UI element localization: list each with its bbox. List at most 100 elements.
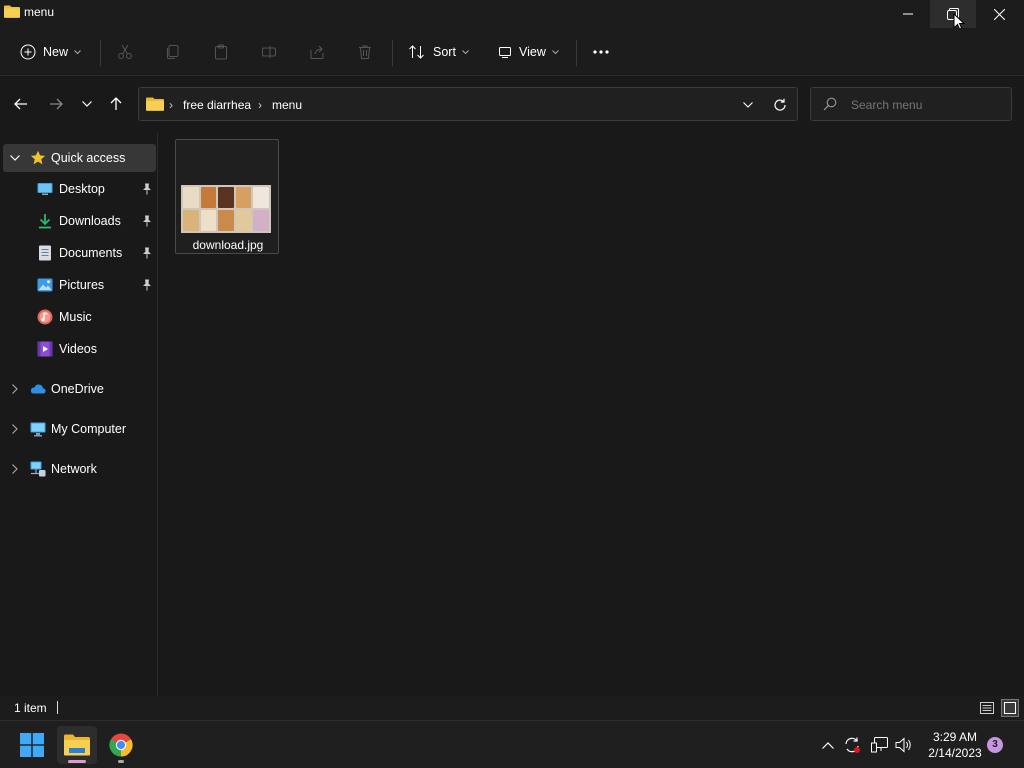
view-button[interactable]: View — [498, 38, 559, 66]
sidebar-item-music[interactable]: Music — [0, 303, 156, 331]
breadcrumb-separator: › — [169, 98, 173, 112]
new-label: New — [43, 45, 69, 59]
sidebar-item-documents[interactable]: Documents — [0, 239, 156, 267]
details-view-icon — [980, 702, 994, 714]
chevron-right-icon[interactable] — [10, 424, 20, 434]
view-label: View — [519, 45, 546, 59]
folder-icon — [146, 97, 164, 111]
image-thumbnail — [181, 185, 271, 233]
view-icon — [499, 47, 511, 58]
desktop-icon — [37, 181, 53, 197]
chevron-down-icon — [552, 49, 559, 54]
window-title: menu — [24, 5, 55, 19]
more-icon — [593, 50, 609, 54]
clock-time: 3:29 AM — [932, 730, 978, 744]
taskbar-file-explorer[interactable] — [57, 726, 97, 764]
videos-icon — [37, 341, 53, 357]
address-history-button[interactable] — [739, 97, 757, 113]
taskbar-chrome[interactable] — [101, 726, 141, 764]
sidebar-item-my-computer[interactable]: My Computer — [0, 415, 156, 443]
taskbar: 3:29 AM 2/14/2023 3 — [0, 720, 1024, 768]
sidebar-item-quick-access[interactable]: Quick access — [3, 144, 156, 172]
sidebar-item-downloads[interactable]: Downloads — [0, 207, 156, 235]
new-button[interactable]: New — [20, 38, 81, 66]
share-icon — [310, 45, 324, 59]
recent-locations-button[interactable] — [75, 92, 99, 116]
start-button[interactable] — [12, 726, 52, 764]
running-indicator — [118, 760, 124, 763]
ethernet-icon — [871, 737, 888, 753]
search-input[interactable] — [851, 98, 1001, 112]
sort-label: Sort — [433, 45, 456, 59]
chevron-up-icon — [822, 741, 834, 749]
paste-button[interactable] — [213, 38, 229, 66]
sidebar-item-videos[interactable]: Videos — [0, 335, 156, 363]
file-item[interactable]: download.jpg — [175, 139, 279, 254]
sidebar-item-label: Videos — [59, 342, 97, 356]
file-name: download.jpg — [192, 238, 264, 252]
rename-button[interactable] — [261, 38, 277, 66]
search-box[interactable] — [810, 87, 1012, 121]
title-bar: menu — [0, 0, 1024, 31]
file-explorer-icon — [64, 734, 90, 756]
minimize-icon — [903, 13, 913, 15]
chevron-down-icon[interactable] — [10, 153, 20, 163]
status-divider — [57, 701, 58, 714]
sidebar-item-label: Pictures — [59, 278, 105, 292]
command-bar: New Sort View — [0, 28, 1024, 76]
back-button[interactable] — [9, 92, 33, 116]
forward-button[interactable] — [44, 92, 68, 116]
cut-button[interactable] — [117, 38, 133, 66]
close-button[interactable] — [976, 0, 1022, 28]
item-count: 1 item — [14, 701, 47, 715]
up-button[interactable] — [104, 92, 128, 116]
breadcrumb-free-diarrhea[interactable]: free diarrhea — [183, 98, 251, 112]
status-bar: 1 item — [0, 696, 1024, 720]
sidebar-item-network[interactable]: Network — [0, 455, 156, 483]
pin-icon[interactable] — [142, 279, 152, 291]
sort-icon — [409, 45, 424, 59]
chevron-right-icon[interactable] — [10, 384, 20, 394]
more-options-button[interactable] — [593, 38, 609, 66]
notification-badge[interactable]: 3 — [987, 737, 1003, 753]
volume-button[interactable] — [894, 735, 914, 755]
chevron-down-icon — [74, 49, 81, 54]
sidebar-item-desktop[interactable]: Desktop — [0, 175, 156, 203]
sidebar-item-label: Music — [59, 310, 92, 324]
sidebar-item-label: My Computer — [51, 422, 127, 436]
pin-icon[interactable] — [142, 247, 152, 259]
sidebar-item-label: Documents — [59, 246, 123, 260]
arrow-up-icon — [110, 97, 122, 110]
clipboard-icon — [215, 44, 227, 60]
pin-icon[interactable] — [142, 215, 152, 227]
star-icon — [30, 150, 46, 166]
share-button[interactable] — [309, 38, 325, 66]
breadcrumb-menu[interactable]: menu — [272, 98, 302, 112]
plus-circle-icon — [20, 44, 36, 60]
sidebar-item-pictures[interactable]: Pictures — [0, 271, 156, 299]
refresh-button[interactable] — [771, 96, 789, 114]
network-icon — [30, 461, 46, 477]
divider — [100, 40, 101, 66]
minimize-button[interactable] — [885, 0, 931, 28]
sync-status-button[interactable] — [842, 735, 862, 755]
search-icon — [823, 97, 837, 111]
sidebar-item-onedrive[interactable]: OneDrive — [0, 375, 156, 403]
address-bar[interactable]: › free diarrhea › menu — [138, 87, 798, 121]
details-view-button[interactable] — [978, 699, 996, 717]
pin-icon[interactable] — [142, 183, 152, 195]
sort-button[interactable]: Sort — [408, 38, 469, 66]
download-icon — [37, 213, 53, 229]
show-hidden-icons-button[interactable] — [818, 735, 838, 755]
taskbar-clock[interactable]: 3:29 AM 2/14/2023 — [920, 729, 990, 761]
chevron-down-icon — [743, 102, 753, 108]
network-status-button[interactable] — [870, 735, 890, 755]
delete-button[interactable] — [357, 38, 373, 66]
close-icon — [993, 8, 1005, 20]
copy-button[interactable] — [165, 38, 181, 66]
large-icons-view-button[interactable] — [1001, 699, 1019, 717]
chrome-icon — [109, 733, 133, 757]
scissors-icon — [118, 44, 132, 59]
chevron-right-icon[interactable] — [10, 464, 20, 474]
address-row: › free diarrhea › menu — [0, 76, 1024, 132]
